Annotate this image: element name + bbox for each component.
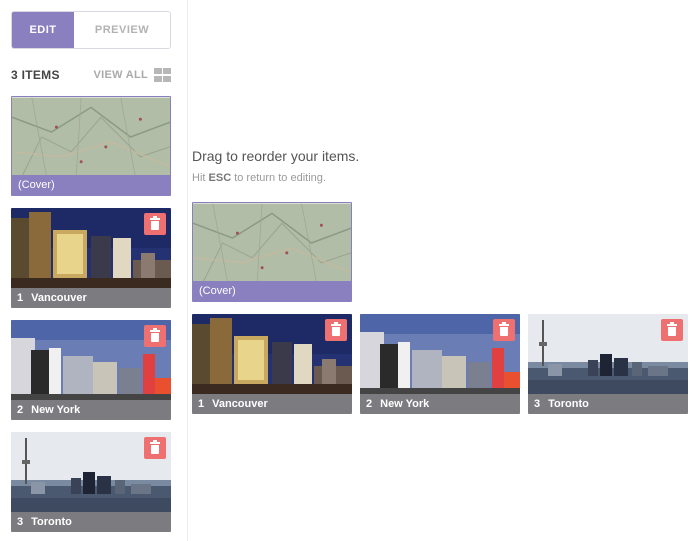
reorder-card-toronto[interactable]: 3 Toronto [528, 314, 688, 414]
card-caption: (Cover) [193, 281, 351, 301]
trash-icon [150, 440, 160, 454]
cover-image [193, 203, 351, 283]
trash-icon [499, 322, 509, 336]
sidebar: EDIT PREVIEW 3 ITEMS VIEW ALL (Cover) 1V… [0, 0, 188, 541]
grid-view-icon [154, 68, 171, 82]
edit-preview-toggle: EDIT PREVIEW [11, 11, 171, 49]
esc-key-label: ESC [208, 172, 232, 184]
card-caption: 2 New York [11, 400, 171, 420]
sidebar-cover-card[interactable]: (Cover) [11, 96, 171, 196]
reorder-title: Drag to reorder your items. [192, 148, 360, 164]
card-caption: 1 Vancouver [192, 394, 352, 414]
trash-icon [331, 322, 341, 336]
card-caption: 3 Toronto [11, 512, 171, 532]
items-count: 3 ITEMS [11, 68, 60, 82]
reorder-card-vancouver[interactable]: 1 Vancouver [192, 314, 352, 414]
delete-button[interactable] [144, 213, 166, 235]
cover-image [12, 97, 170, 177]
view-all-label: VIEW ALL [93, 69, 148, 81]
preview-button[interactable]: PREVIEW [74, 12, 170, 48]
trash-icon [150, 216, 160, 230]
items-header: 3 ITEMS VIEW ALL [11, 67, 171, 83]
delete-button[interactable] [144, 437, 166, 459]
card-caption: 1 Vancouver [11, 288, 171, 308]
card-caption: 3 Toronto [528, 394, 688, 414]
trash-icon [150, 328, 160, 342]
reorder-cover-card[interactable]: (Cover) [192, 202, 352, 302]
card-caption: (Cover) [12, 175, 170, 195]
delete-button[interactable] [325, 319, 347, 341]
view-all-button[interactable]: VIEW ALL [93, 68, 171, 82]
reorder-hint: Hit ESC to return to editing. [192, 172, 326, 184]
reorder-card-new-york[interactable]: 2 New York [360, 314, 520, 414]
delete-button[interactable] [661, 319, 683, 341]
card-caption: 2 New York [360, 394, 520, 414]
sidebar-card-toronto[interactable]: 3 Toronto [11, 432, 171, 532]
delete-button[interactable] [144, 325, 166, 347]
sidebar-card-new-york[interactable]: 2 New York [11, 320, 171, 420]
sidebar-card-vancouver[interactable]: 1 Vancouver [11, 208, 171, 308]
trash-icon [667, 322, 677, 336]
delete-button[interactable] [493, 319, 515, 341]
edit-button[interactable]: EDIT [12, 12, 74, 48]
